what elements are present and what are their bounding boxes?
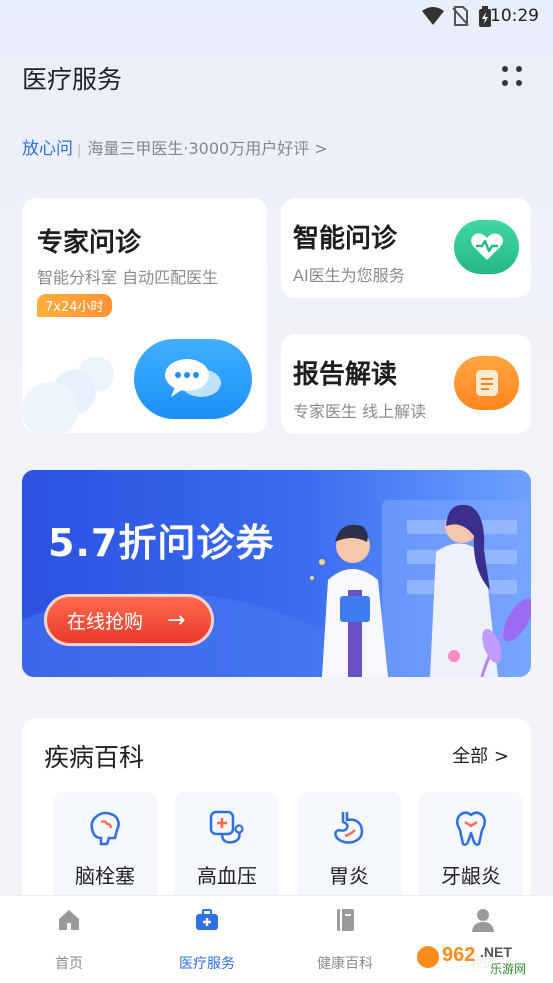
book-icon [337, 909, 354, 931]
report-interpretation-button[interactable] [454, 356, 519, 410]
disease-label: 高血压 [197, 864, 257, 888]
disease-item[interactable]: 牙龈炎 [419, 792, 523, 902]
page-title: 医疗服务 [22, 65, 123, 94]
expert-card-title: 专家问诊 [37, 228, 142, 258]
smart-consult-button[interactable] [454, 220, 519, 274]
slogan-desc: 海量三甲医生·3000万用户好评 > [87, 139, 328, 158]
tab-health-encyclopedia[interactable]: 健康百科 [276, 896, 414, 983]
smart-card-subtitle: AI医生为您服务 [293, 266, 405, 285]
buy-online-button[interactable]: 在线抢购 → [44, 594, 214, 646]
section-title: 疾病百科 [44, 743, 145, 772]
disease-label: 牙龈炎 [441, 864, 501, 888]
user-icon [472, 909, 494, 932]
brain-icon [90, 811, 120, 846]
bubble-decoration [22, 356, 114, 433]
report-interpretation-card[interactable]: 报告解读 专家医生 线上解读 [281, 334, 531, 434]
banner-title: 5.7折问诊券 [48, 521, 275, 565]
stethoscope-icon [209, 810, 244, 844]
report-card-title: 报告解读 [293, 360, 398, 390]
more-menu-button[interactable] [500, 64, 526, 90]
slogan-link[interactable]: 放心问 | 海量三甲医生·3000万用户好评 > [22, 134, 328, 159]
site-watermark-logo: 962 .NET 乐游网 [414, 937, 548, 977]
arrow-right-icon: → [167, 607, 186, 633]
tab-medical-service[interactable]: 医疗服务 [138, 896, 276, 983]
disease-item[interactable]: 高血压 [175, 792, 279, 902]
stomach-icon [334, 812, 364, 844]
smart-card-title: 智能问诊 [293, 224, 398, 254]
disease-item[interactable]: 脑栓塞 [53, 792, 157, 902]
heart-pulse-icon [470, 233, 503, 260]
tab-label: 首页 [55, 956, 83, 972]
disease-item[interactable]: 胃炎 [297, 792, 401, 902]
report-card-subtitle: 专家医生 线上解读 [293, 402, 427, 421]
svg-text:962: 962 [442, 944, 475, 966]
tooth-icon [456, 811, 486, 846]
expert-card-subtitle: 智能分科室 自动匹配医生 [37, 268, 219, 287]
disease-label: 脑栓塞 [75, 864, 135, 888]
tab-label: 健康百科 [317, 956, 373, 972]
tab-label: 医疗服务 [179, 956, 235, 972]
slogan-brand: 放心问 [22, 139, 73, 159]
buy-online-label: 在线抢购 [67, 610, 144, 633]
home-icon [59, 910, 79, 930]
status-bar: 10:29 [0, 0, 553, 34]
expert-chat-button[interactable] [134, 339, 252, 419]
expert-consult-card[interactable]: 专家问诊 智能分科室 自动匹配医生 7x24小时 [22, 198, 267, 433]
svg-text:乐游网: 乐游网 [490, 962, 526, 976]
document-icon [475, 370, 498, 396]
view-all-link[interactable]: 全部 > [452, 742, 509, 768]
smart-consult-card[interactable]: 智能问诊 AI医生为您服务 [281, 198, 531, 298]
chat-bubbles-icon [165, 359, 221, 397]
wifi-icon [422, 7, 444, 25]
service-hours-badge: 7x24小时 [37, 294, 112, 317]
status-time: 10:29 [490, 6, 539, 26]
svg-text:.NET: .NET [480, 944, 512, 960]
no-sim-icon [452, 6, 469, 26]
disease-label: 胃炎 [329, 864, 369, 888]
promo-banner[interactable]: 5.7折问诊券 在线抢购 → [22, 470, 531, 677]
slogan-separator: | [77, 143, 82, 158]
disease-encyclopedia-section: 疾病百科 全部 > 脑栓塞 高血压 胃炎 牙龈炎 [22, 718, 531, 918]
tab-home[interactable]: 首页 [0, 896, 138, 983]
medical-kit-icon [196, 909, 218, 930]
